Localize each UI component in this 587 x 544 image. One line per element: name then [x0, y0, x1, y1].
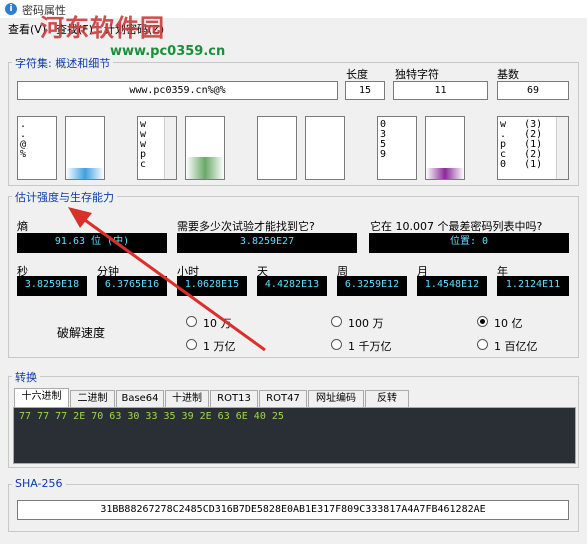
convert-output[interactable]: 77 77 77 2E 70 63 30 33 35 39 2E 63 6E 4…: [14, 408, 575, 463]
tab-url-encode[interactable]: 网址编码: [308, 390, 364, 407]
tab-binary[interactable]: 二进制: [70, 390, 115, 407]
tab-rot13[interactable]: ROT13: [210, 390, 258, 407]
tab-decimal[interactable]: 十进制: [165, 390, 209, 407]
sha-group-label: SHA-256: [12, 477, 66, 490]
tab-reverse[interactable]: 反转: [365, 390, 409, 407]
tab-hex[interactable]: 十六进制: [14, 388, 69, 407]
convert-group-label: 转换: [12, 369, 40, 385]
sha-value[interactable]: 31BB88267278C2485CD316B7DE5828E0AB1E317F…: [17, 500, 569, 520]
tab-base64[interactable]: Base64: [116, 390, 164, 407]
tab-rot47[interactable]: ROT47: [259, 390, 307, 407]
tab-panel: 77 77 77 2E 70 63 30 33 35 39 2E 63 6E 4…: [13, 407, 576, 464]
